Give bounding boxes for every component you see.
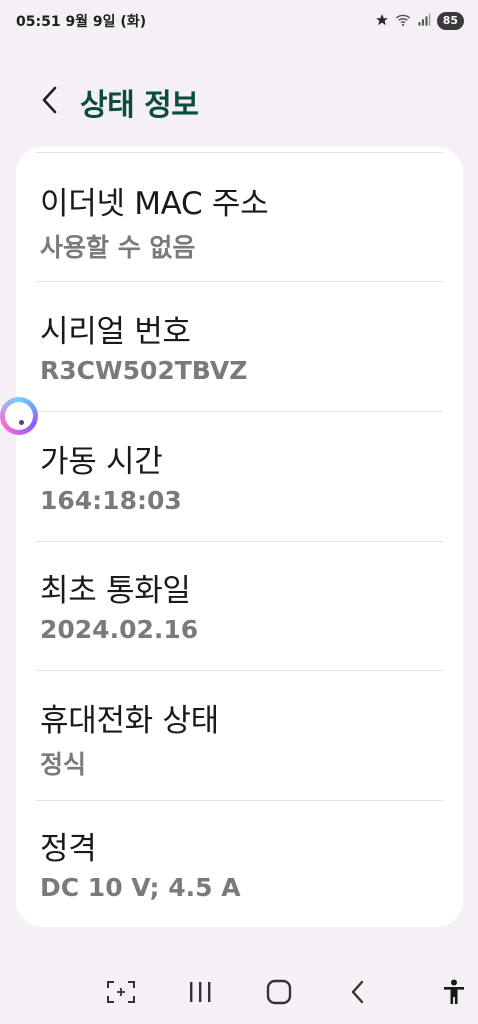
- accessibility-button[interactable]: [434, 974, 474, 1014]
- page-title: 상태 정보: [80, 88, 199, 123]
- item-value: 정식: [40, 750, 87, 779]
- item-value: R3CW502TBVZ: [40, 356, 248, 385]
- item-value: DC 10 V; 4.5 A: [40, 873, 241, 902]
- back-button[interactable]: [26, 78, 74, 126]
- item-label: 이더넷 MAC 주소: [40, 186, 269, 222]
- item-label: 시리얼 번호: [40, 314, 191, 350]
- star-icon: [375, 12, 389, 31]
- screenshot-button[interactable]: [101, 974, 141, 1014]
- item-label: 가동 시간: [40, 444, 163, 480]
- chevron-left-icon: [40, 85, 60, 119]
- navigation-bar: [0, 962, 478, 1024]
- wifi-icon: [395, 12, 411, 31]
- list-item-serial-number[interactable]: 시리얼 번호 R3CW502TBVZ: [16, 282, 463, 412]
- recents-button[interactable]: [180, 974, 220, 1014]
- list-item-first-call-date[interactable]: 최초 통화일 2024.02.16: [16, 541, 463, 671]
- item-label: 최초 통화일: [40, 573, 191, 609]
- info-card: 이더넷 MAC 주소 사용할 수 없음 시리얼 번호 R3CW502TBVZ 가…: [16, 147, 463, 927]
- back-icon: [349, 979, 367, 1009]
- floating-assistant-orb[interactable]: [0, 397, 38, 435]
- list-item-uptime[interactable]: 가동 시간 164:18:03: [16, 412, 463, 542]
- battery-icon: 85: [436, 12, 464, 30]
- item-label: 정격: [40, 831, 97, 867]
- status-bar: 05:51 9월 9일 (화) 85: [0, 0, 478, 42]
- list-item-ethernet-mac[interactable]: 이더넷 MAC 주소 사용할 수 없음: [16, 152, 463, 282]
- item-label: 휴대전화 상태: [40, 703, 219, 739]
- list-item-rating[interactable]: 정격 DC 10 V; 4.5 A: [16, 801, 463, 927]
- item-value: 164:18:03: [40, 486, 182, 515]
- home-button[interactable]: [259, 974, 299, 1014]
- item-value: 2024.02.16: [40, 615, 199, 644]
- home-icon: [266, 979, 292, 1009]
- status-icons: 85: [375, 12, 464, 31]
- screenshot-icon: [106, 980, 136, 1008]
- accessibility-icon: [443, 979, 465, 1009]
- item-value: 사용할 수 없음: [40, 233, 196, 262]
- header: 상태 정보: [0, 78, 478, 126]
- back-nav-button[interactable]: [338, 974, 378, 1014]
- status-time-date: 05:51 9월 9일 (화): [16, 14, 147, 30]
- recents-icon: [188, 981, 212, 1007]
- list-item-phone-status[interactable]: 휴대전화 상태 정식: [16, 671, 463, 801]
- signal-icon: [417, 12, 431, 31]
